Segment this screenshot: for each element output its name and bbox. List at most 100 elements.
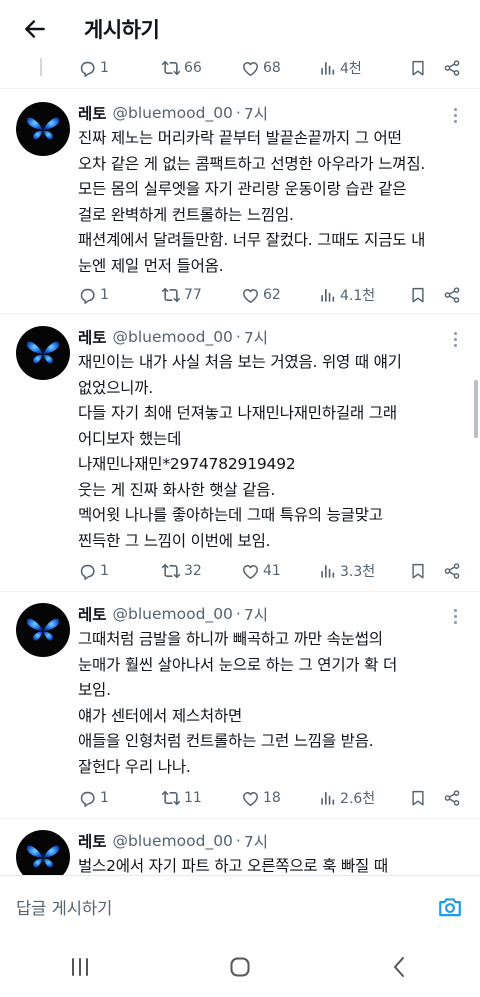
author-handle[interactable]: @bluemood_00 [113,832,233,850]
like-button[interactable]: 41 [241,562,319,581]
tweet-line: 찐득한 그 느낌이 이번에 보임. [78,531,271,550]
author-handle[interactable]: @bluemood_00 [113,104,233,122]
previous-tweet-actions: 1 66 68 4천 [78,57,468,79]
divider [0,591,480,592]
tweet-line: 벌스2에서 자기 파트 하고 오른쪽으로 훅 빠질 때 [78,857,388,875]
avatar[interactable] [16,102,70,156]
reply-count: 1 [100,563,109,579]
reply-button[interactable]: 1 [78,789,123,808]
top-app-bar: 게시하기 [0,0,480,58]
author-handle[interactable]: @bluemood_00 [113,328,233,346]
like-count: 62 [263,287,281,303]
retweet-count: 77 [184,287,202,303]
share-button[interactable] [443,562,467,580]
share-button[interactable] [443,59,467,77]
like-count: 41 [263,563,281,579]
retweet-button[interactable]: 66 [161,58,241,78]
separator-dot: · [235,605,241,623]
recent-apps-icon [72,958,88,976]
author-handle[interactable]: @bluemood_00 [113,605,233,623]
tweet-line: 진짜 제노는 머리카락 끝부터 발끝손끝까지 그 어떤 [78,129,402,147]
retweet-button[interactable]: 11 [161,788,241,808]
thread-connector-line [40,58,42,76]
bookmark-icon [409,59,427,77]
views-button[interactable]: 2.6천 [319,788,409,808]
camera-button[interactable] [434,891,466,923]
arrow-left-icon [25,20,45,38]
reply-input[interactable]: 답글 게시하기 [16,895,434,919]
retweet-icon [161,285,181,305]
tweet-actions: 1 32 41 3.3천 [78,560,468,582]
author-name[interactable]: 레토 [78,326,107,348]
tweet-line: 웃는 게 진짜 화사한 햇살 같음. [78,480,276,499]
heart-icon [241,286,260,305]
views-count: 2.6천 [340,791,376,807]
butterfly-icon [23,837,63,875]
retweet-button[interactable]: 77 [161,285,241,305]
tweet-text: 진짜 제노는 머리카락 끝부터 발끝손끝까지 그 어떤 오차 같은 게 없는 콤… [78,126,462,279]
more-options-button[interactable] [446,330,464,348]
tweet-line: 얘가 센터에서 제스처하면 [78,706,243,725]
scrollbar[interactable] [474,380,478,438]
camera-icon [439,897,461,916]
home-button[interactable] [210,942,270,992]
tweet-line: 잘헌다 우리 나나. [78,757,191,776]
nav-back-button[interactable] [370,942,430,992]
retweet-button[interactable]: 32 [161,561,241,581]
views-button[interactable]: 4.1천 [319,285,409,305]
butterfly-icon [23,333,63,373]
tweet-line: 걸로 완벽하게 컨트롤하는 느낌임. [78,205,294,224]
retweet-count: 11 [184,790,202,806]
tweet-text: 재민이는 내가 사실 처음 보는 거였음. 위영 때 얘기 없었으니까. 다들 … [78,350,462,554]
reply-button[interactable]: 1 [78,562,123,581]
page-title: 게시하기 [84,18,160,42]
author-name[interactable]: 레토 [78,830,107,852]
author-name[interactable]: 레토 [78,603,107,625]
bar-chart-icon [319,562,337,580]
bookmark-button[interactable] [409,789,443,807]
avatar[interactable] [16,326,70,380]
author-name[interactable]: 레토 [78,102,107,124]
reply-icon [78,789,97,808]
share-icon [443,789,461,807]
divider [0,818,480,819]
reply-button[interactable]: 1 [78,59,123,78]
recent-apps-button[interactable] [50,942,110,992]
share-button[interactable] [443,789,467,807]
tweet-header: 레토 @bluemood_00 · 7시 [78,603,268,625]
like-button[interactable]: 68 [241,59,319,78]
more-options-button[interactable] [446,607,464,625]
bookmark-icon [409,789,427,807]
bookmark-button[interactable] [409,59,443,77]
like-button[interactable]: 62 [241,286,319,305]
reply-icon [78,562,97,581]
reply-count: 1 [100,790,109,806]
avatar[interactable] [16,830,70,875]
tweet-time: 7시 [243,833,268,851]
tweet-line: 눈매가 훨씬 살아나서 눈으로 하는 그 연기가 확 더 [78,655,398,674]
like-count: 18 [263,790,281,806]
tweet-line: 멕어윗 나나를 좋아하는데 그때 특유의 능글맞고 [78,506,383,524]
share-button[interactable] [443,286,467,304]
reply-icon [78,59,97,78]
tweet-time: 7시 [243,606,268,624]
bar-chart-icon [319,286,337,304]
views-button[interactable]: 3.3천 [319,561,409,581]
reply-button[interactable]: 1 [78,286,123,305]
share-icon [443,59,461,77]
views-button[interactable]: 4천 [319,58,409,78]
back-button[interactable] [10,4,60,54]
tweet-line: 재민이는 내가 사실 처음 보는 거였음. 위영 때 얘기 [78,353,402,371]
avatar[interactable] [16,603,70,657]
reply-composer: 답글 게시하기 [0,875,480,937]
bookmark-button[interactable] [409,562,443,580]
tweet[interactable]: 레토 @bluemood_00 · 7시 벌스2에서 자기 파트 하고 오른쪽으… [0,830,480,875]
tweet-line: 다들 자기 최애 던져놓고 나재민나재민하길래 그래 [78,404,397,422]
divider [0,313,480,314]
like-button[interactable]: 18 [241,789,319,808]
bookmark-button[interactable] [409,286,443,304]
more-options-button[interactable] [446,106,464,124]
reply-count: 1 [100,287,109,303]
reply-count: 1 [100,60,109,76]
separator-dot: · [235,328,241,346]
